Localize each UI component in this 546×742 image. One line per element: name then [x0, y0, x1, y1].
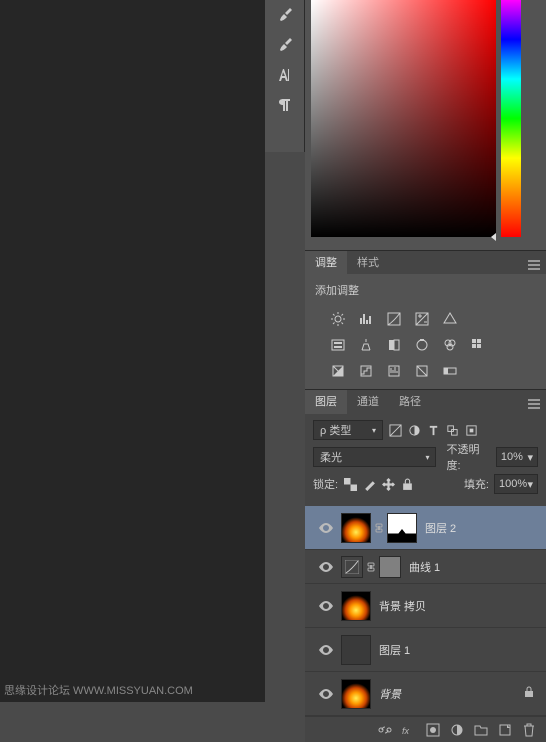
layer-name[interactable]: 图层 1 — [379, 642, 410, 658]
blend-mode-dropdown[interactable]: 柔光▾ — [313, 447, 436, 467]
tool-dock — [265, 0, 305, 152]
filter-type-dropdown[interactable]: ρ 类型▾ — [313, 420, 383, 440]
layer-thumbnail[interactable] — [341, 513, 371, 543]
layers-footer: fx — [305, 716, 546, 742]
adjustments-tabs: 调整 样式 — [305, 250, 546, 274]
svg-text:fx: fx — [402, 726, 410, 736]
adjustments-body: 添加调整 — [305, 274, 546, 389]
filter-smart-icon[interactable] — [464, 423, 478, 437]
filter-adjustment-icon[interactable] — [407, 423, 421, 437]
history-brush-icon[interactable] — [265, 30, 305, 60]
type-tool-icon[interactable] — [265, 60, 305, 90]
fx-icon[interactable]: fx — [402, 723, 416, 737]
hue-sat-icon[interactable] — [329, 336, 347, 354]
layer-name[interactable]: 背景 — [379, 686, 401, 702]
adjustments-row-2 — [315, 336, 536, 354]
layer-item[interactable]: 背景 — [305, 672, 546, 716]
tab-styles[interactable]: 样式 — [347, 251, 389, 275]
layer-name[interactable]: 图层 2 — [425, 520, 456, 536]
add-mask-icon[interactable] — [426, 723, 440, 737]
layers-menu-icon[interactable] — [528, 396, 540, 414]
right-panels: 调整 样式 添加调整 图层 通道 路径 — [305, 0, 546, 702]
filter-shape-icon[interactable] — [445, 423, 459, 437]
layers-controls: ρ 类型▾ 柔光▾ 不透明度: 10%▾ 锁定: 填充 — [305, 413, 546, 506]
tab-channels[interactable]: 通道 — [347, 390, 389, 414]
filter-pixel-icon[interactable] — [388, 423, 402, 437]
threshold-icon[interactable] — [385, 362, 403, 380]
new-layer-icon[interactable] — [498, 723, 512, 737]
opacity-label: 不透明度: — [446, 441, 490, 473]
invert-icon[interactable] — [329, 362, 347, 380]
layer-item[interactable]: 图层 1 — [305, 628, 546, 672]
color-lookup-icon[interactable] — [469, 336, 487, 354]
bw-icon[interactable] — [385, 336, 403, 354]
layer-item[interactable]: 图层 2 — [305, 506, 546, 550]
lock-all-icon[interactable] — [400, 477, 414, 491]
visibility-icon[interactable] — [313, 689, 339, 699]
layer-name[interactable]: 背景 拷贝 — [379, 598, 426, 614]
new-group-icon[interactable] — [474, 723, 488, 737]
color-balance-icon[interactable] — [357, 336, 375, 354]
color-panel — [305, 0, 546, 250]
layer-item[interactable]: 背景 拷贝 — [305, 584, 546, 628]
link-icon[interactable] — [374, 523, 384, 533]
lock-pixels-icon[interactable] — [362, 477, 376, 491]
adjustments-title: 添加调整 — [315, 282, 536, 298]
visibility-icon[interactable] — [313, 562, 339, 572]
visibility-icon[interactable] — [313, 523, 339, 533]
adjustment-thumbnail[interactable] — [341, 556, 363, 578]
layer-thumbnail[interactable] — [341, 591, 371, 621]
posterize-icon[interactable] — [357, 362, 375, 380]
layer-name[interactable]: 曲线 1 — [409, 559, 440, 575]
hue-slider[interactable] — [501, 0, 521, 237]
channel-mixer-icon[interactable] — [441, 336, 459, 354]
curves-icon[interactable] — [385, 310, 403, 328]
color-picker-saturation[interactable] — [311, 0, 496, 237]
canvas-area[interactable] — [0, 0, 265, 702]
link-layers-icon[interactable] — [378, 723, 392, 737]
filter-type-icon[interactable] — [426, 423, 440, 437]
lock-icons — [343, 477, 414, 491]
watermark-text: 思缘设计论坛 WWW.MISSYUAN.COM — [4, 682, 193, 698]
layers-tabs: 图层 通道 路径 — [305, 389, 546, 413]
filter-icons — [388, 423, 478, 437]
lock-label: 锁定: — [313, 476, 338, 492]
levels-icon[interactable] — [357, 310, 375, 328]
filter-row: ρ 类型▾ — [313, 419, 538, 441]
layer-thumbnail[interactable] — [341, 679, 371, 709]
photo-filter-icon[interactable] — [413, 336, 431, 354]
mask-thumbnail[interactable] — [379, 556, 401, 578]
brush-tool-icon[interactable] — [265, 0, 305, 30]
lock-position-icon[interactable] — [381, 477, 395, 491]
hue-indicator — [491, 233, 496, 241]
layer-list: 图层 2 曲线 1 背景 拷贝 图层 1 背景 — [305, 506, 546, 716]
paragraph-icon[interactable] — [265, 90, 305, 120]
fill-label: 填充: — [464, 476, 489, 492]
delete-layer-icon[interactable] — [522, 723, 536, 737]
new-adjustment-icon[interactable] — [450, 723, 464, 737]
adjustments-row-3 — [315, 362, 536, 380]
visibility-icon[interactable] — [313, 645, 339, 655]
tab-paths[interactable]: 路径 — [389, 390, 431, 414]
visibility-icon[interactable] — [313, 601, 339, 611]
brightness-icon[interactable] — [329, 310, 347, 328]
tab-layers[interactable]: 图层 — [305, 390, 347, 414]
link-icon[interactable] — [366, 562, 376, 572]
gradient-map-icon[interactable] — [441, 362, 459, 380]
lock-transparent-icon[interactable] — [343, 477, 357, 491]
layer-thumbnail[interactable] — [341, 635, 371, 665]
panel-menu-icon[interactable] — [528, 257, 540, 275]
selective-color-icon[interactable] — [413, 362, 431, 380]
opacity-input[interactable]: 10%▾ — [496, 447, 538, 467]
vibrance-icon[interactable] — [441, 310, 459, 328]
tab-adjustments[interactable]: 调整 — [305, 251, 347, 275]
lock-row: 锁定: 填充: 100%▾ — [313, 473, 538, 495]
exposure-icon[interactable] — [413, 310, 431, 328]
blend-row: 柔光▾ 不透明度: 10%▾ — [313, 446, 538, 468]
lock-icon — [524, 685, 534, 703]
fill-input[interactable]: 100%▾ — [494, 474, 538, 494]
adjustments-row-1 — [315, 310, 536, 328]
mask-thumbnail[interactable] — [387, 513, 417, 543]
layer-item[interactable]: 曲线 1 — [305, 550, 546, 584]
